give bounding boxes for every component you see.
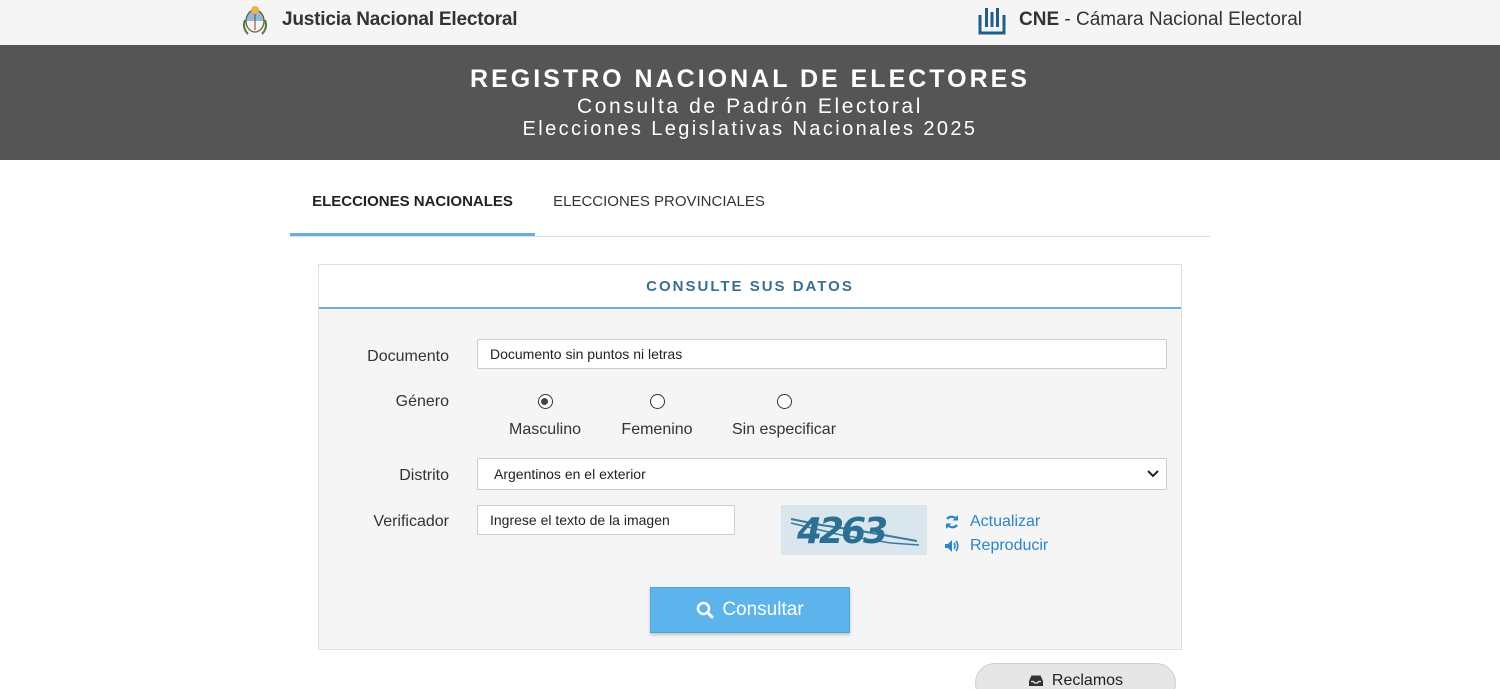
reclamos-label: Reclamos [1051, 672, 1124, 689]
genero-label: Género [395, 393, 449, 410]
radio-sin-especificar[interactable] [776, 394, 792, 409]
panel-heading: CONSULTE SUS DATOS [319, 265, 1181, 309]
refresh-icon [946, 515, 958, 529]
captcha-drawing: 4263 [781, 505, 927, 555]
reproducir-label: Reproducir [970, 537, 1049, 554]
genero-option-femenino[interactable]: Femenino [607, 394, 707, 439]
radio-sin-especificar-label: Sin especificar [731, 421, 837, 438]
radio-masculino-label: Masculino [508, 421, 582, 438]
reproducir-link[interactable]: Reproducir [944, 537, 1048, 555]
consultar-button[interactable]: Consultar [650, 587, 850, 633]
captcha-text: 4263 [796, 511, 886, 552]
consultar-label: Consultar [722, 599, 804, 620]
verificador-input[interactable]: Ingrese el texto de la imagen [477, 505, 735, 535]
captcha-image: 4263 [781, 505, 927, 555]
cne-building-logo-icon [978, 8, 1006, 35]
cne-brand[interactable]: CNE - Cámara Nacional Electoral [978, 0, 1302, 40]
documento-label: Documento [367, 348, 449, 365]
genero-option-masculino[interactable]: Masculino [495, 394, 595, 439]
top-bar: Justicia Nacional Electoral CNE - Cámara… [0, 0, 1500, 45]
volume-icon [945, 540, 959, 552]
election-name: Elecciones Legislativas Nacionales 2025 [522, 118, 978, 140]
radio-masculino[interactable] [537, 394, 553, 409]
cne-full-name: Cámara Nacional Electoral [1076, 9, 1303, 30]
jne-brand-name: Justicia Nacional Electoral [282, 9, 518, 30]
documento-input[interactable]: Documento sin puntos ni letras [477, 339, 1167, 369]
query-panel: CONSULTE SUS DATOS Documento Documento s… [318, 264, 1182, 650]
page-banner: REGISTRO NACIONAL DE ELECTORES Consulta … [0, 45, 1500, 160]
page-title: REGISTRO NACIONAL DE ELECTORES [470, 65, 1030, 93]
page-subtitle: Consulta de Padrón Electoral [577, 95, 923, 118]
actualizar-link[interactable]: Actualizar [944, 513, 1040, 531]
jne-brand[interactable]: Justicia Nacional Electoral [242, 0, 518, 40]
search-icon [697, 601, 714, 619]
cne-abbr: CNE [1019, 9, 1060, 30]
verificador-label: Verificador [373, 513, 449, 530]
cne-separator: - [1059, 9, 1077, 30]
election-tabs: ELECCIONES NACIONALES ELECCIONES PROVINC… [290, 176, 1210, 237]
distrito-select[interactable]: Argentinos en el exterior [477, 458, 1167, 490]
distrito-selected-value: Argentinos en el exterior [494, 466, 646, 482]
argentina-coat-of-arms-icon [243, 6, 267, 35]
distrito-label: Distrito [399, 467, 449, 484]
radio-femenino-label: Femenino [621, 421, 693, 438]
chevron-down-icon [1146, 459, 1160, 489]
genero-option-sin-especificar[interactable]: Sin especificar [724, 394, 844, 439]
actualizar-label: Actualizar [970, 513, 1041, 530]
tab-elecciones-nacionales[interactable]: ELECCIONES NACIONALES [290, 176, 535, 236]
tab-elecciones-provinciales[interactable]: ELECCIONES PROVINCIALES [535, 176, 783, 236]
radio-femenino[interactable] [649, 394, 665, 409]
reclamos-button[interactable]: Reclamos [975, 663, 1176, 689]
inbox-icon [1028, 675, 1043, 686]
